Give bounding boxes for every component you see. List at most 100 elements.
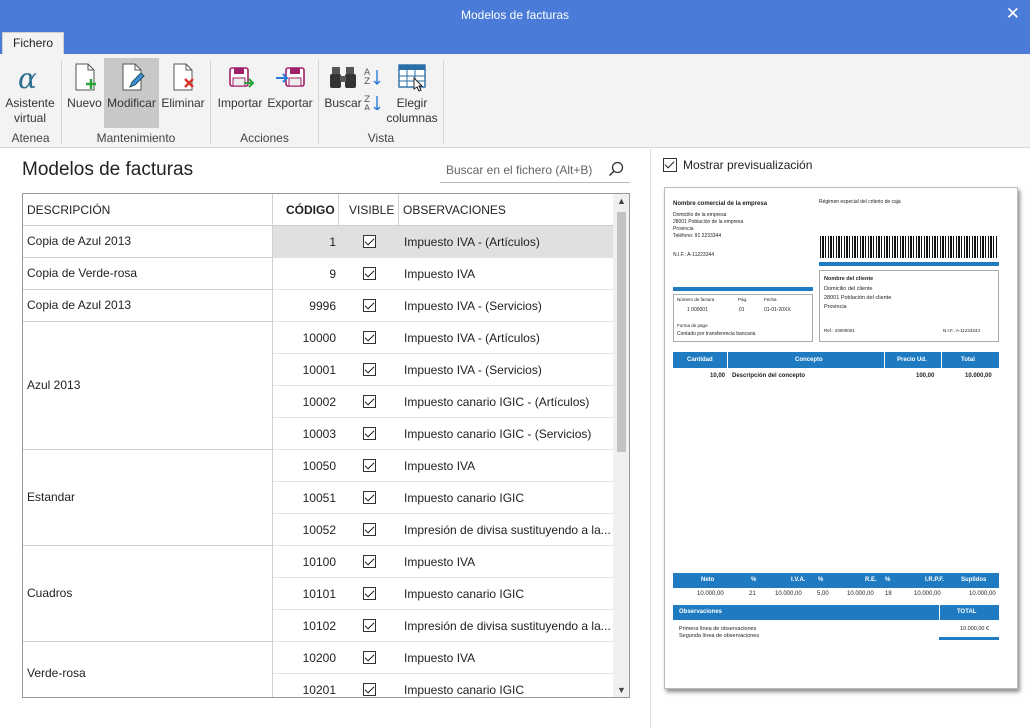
codigo-cell: 10002 [302, 395, 336, 409]
description-label: Copia de Azul 2013 [27, 234, 132, 248]
visible-checkbox[interactable] [363, 427, 376, 440]
visible-checkbox[interactable] [363, 491, 376, 504]
observaciones-cell: Impuesto canario IGIC [404, 587, 525, 601]
description-label: Verde-rosa [27, 666, 86, 680]
visible-checkbox[interactable] [363, 267, 376, 280]
table-row[interactable]: 1 Impuesto IVA - (Artículos) [273, 226, 613, 258]
preview-line-total: 10.000,00 [965, 373, 992, 379]
table-row[interactable]: 9996 Impuesto IVA - (Servicios) [273, 290, 613, 322]
table-row[interactable]: 10001 Impuesto IVA - (Servicios) [273, 354, 613, 386]
svg-text:α: α [18, 62, 37, 93]
visible-checkbox[interactable] [363, 235, 376, 248]
preview-toggle-label[interactable]: Mostrar previsualización [683, 158, 812, 172]
codigo-cell: 9996 [309, 299, 336, 313]
preview-v-re-pct: 5,00 [817, 591, 829, 597]
codigo-cell: 9 [329, 267, 336, 281]
importar-button[interactable]: Importar [216, 58, 264, 128]
exportar-button[interactable]: Exportar [266, 58, 314, 128]
header-descripcion[interactable]: DESCRIPCIÓN [27, 194, 110, 226]
table-row[interactable]: 10201 Impuesto canario IGIC [273, 674, 613, 697]
codigo-cell: 10001 [302, 363, 336, 377]
table-row[interactable]: 10102 Impresión de divisa sustituyendo a … [273, 610, 613, 642]
description-cell[interactable]: Copia de Verde-rosa [23, 258, 273, 290]
description-cell[interactable]: Azul 2013 [23, 322, 273, 450]
description-label: Cuadros [27, 586, 73, 600]
visible-checkbox[interactable] [363, 651, 376, 664]
vertical-scrollbar[interactable]: ▲ ▼ [613, 194, 629, 697]
page-title: Modelos de facturas [22, 159, 194, 180]
window-title: Modelos de facturas [460, 8, 570, 22]
visible-checkbox[interactable] [363, 619, 376, 632]
invoice-models-table: DESCRIPCIÓN CÓDIGO VISIBLE OBSERVACIONES… [22, 193, 630, 698]
preview-client-addr3: Provincia [824, 304, 847, 310]
description-label: Copia de Azul 2013 [27, 298, 132, 312]
table-row[interactable]: 10101 Impuesto canario IGIC [273, 578, 613, 610]
header-visible[interactable]: VISIBLE [349, 194, 394, 226]
visible-checkbox[interactable] [363, 299, 376, 312]
visible-checkbox[interactable] [363, 395, 376, 408]
table-row[interactable]: 10052 Impresión de divisa sustituyendo a … [273, 514, 613, 546]
table-row[interactable]: 10051 Impuesto canario IGIC [273, 482, 613, 514]
codigo-cell: 1 [329, 235, 336, 249]
close-icon[interactable]: ✕ [1006, 4, 1020, 24]
description-cell[interactable]: Copia de Azul 2013 [23, 226, 273, 258]
visible-checkbox[interactable] [363, 363, 376, 376]
eliminar-button[interactable]: Eliminar [160, 58, 206, 128]
exportar-label: Exportar [267, 96, 313, 110]
sort-button[interactable]: AZZA [362, 58, 384, 116]
client-accent-bar [819, 262, 999, 266]
description-cell[interactable]: Verde-rosa [23, 642, 273, 697]
preview-invoice-num: 1 000001 [687, 307, 708, 313]
visible-checkbox[interactable] [363, 331, 376, 344]
asistente-virtual-button[interactable]: α Asistente virtual [4, 58, 56, 128]
preview-col-sep [941, 352, 942, 368]
modificar-button[interactable]: Modificar [104, 58, 159, 128]
preview-obs2: Segunda línea de observaciones [679, 633, 760, 639]
table-row[interactable]: 10200 Impuesto IVA [273, 642, 613, 674]
preview-company-phone: Teléfono: 91 2233344 [673, 233, 722, 239]
description-label: Azul 2013 [27, 378, 81, 392]
preview-line-price: 100,00 [916, 373, 935, 379]
visible-checkbox[interactable] [363, 587, 376, 600]
preview-t-suplidos: Suplidos [961, 577, 987, 583]
visible-checkbox[interactable] [363, 555, 376, 568]
description-cell[interactable]: Estandar [23, 450, 273, 546]
visible-checkbox[interactable] [363, 523, 376, 536]
preview-checkbox[interactable] [663, 158, 677, 172]
table-row[interactable]: 10100 Impuesto IVA [273, 546, 613, 578]
observaciones-cell: Impuesto canario IGIC [404, 683, 525, 697]
table-row[interactable]: 10050 Impuesto IVA [273, 450, 613, 482]
description-cell[interactable]: Cuadros [23, 546, 273, 642]
importar-label: Importar [217, 96, 263, 110]
visible-checkbox[interactable] [363, 459, 376, 472]
table-row[interactable]: 10000 Impuesto IVA - (Artículos) [273, 322, 613, 354]
codigo-cell: 10003 [302, 427, 336, 441]
table-row[interactable]: 9 Impuesto IVA [273, 258, 613, 290]
preview-col-sep [727, 352, 728, 368]
scroll-down-icon[interactable]: ▼ [613, 685, 629, 695]
search-icon[interactable] [608, 161, 624, 177]
scrollbar-thumb[interactable] [617, 212, 626, 452]
header-observaciones[interactable]: OBSERVACIONES [403, 194, 506, 226]
invoice-accent-bar [673, 287, 813, 291]
elegir-label-2: columnas [386, 111, 438, 125]
buscar-button[interactable]: Buscar [323, 58, 363, 128]
search-input[interactable]: Buscar en el fichero (Alt+B) [440, 157, 630, 183]
table-row[interactable]: 10003 Impuesto canario IGIC - (Servicios) [273, 418, 613, 450]
observaciones-cell: Impresión de divisa sustituyendo a la... [404, 523, 611, 537]
scroll-up-icon[interactable]: ▲ [613, 196, 629, 206]
visible-checkbox[interactable] [363, 683, 376, 696]
description-cell[interactable]: Copia de Azul 2013 [23, 290, 273, 322]
elegir-columnas-button[interactable]: Elegir columnas [386, 58, 438, 128]
preview-company-addr3: Provincia [673, 226, 694, 232]
observaciones-cell: Impuesto IVA [404, 555, 476, 569]
buscar-label: Buscar [324, 96, 362, 110]
codigo-cell: 10100 [302, 555, 336, 569]
header-codigo[interactable]: CÓDIGO [286, 194, 335, 226]
codigo-cell: 10052 [302, 523, 336, 537]
nuevo-button[interactable]: Nuevo [66, 58, 103, 128]
tab-fichero[interactable]: Fichero [2, 32, 64, 54]
preview-t-re: R.E. [865, 577, 877, 583]
table-row[interactable]: 10002 Impuesto canario IGIC - (Artículos) [273, 386, 613, 418]
observaciones-cell: Impuesto canario IGIC - (Servicios) [404, 427, 592, 441]
